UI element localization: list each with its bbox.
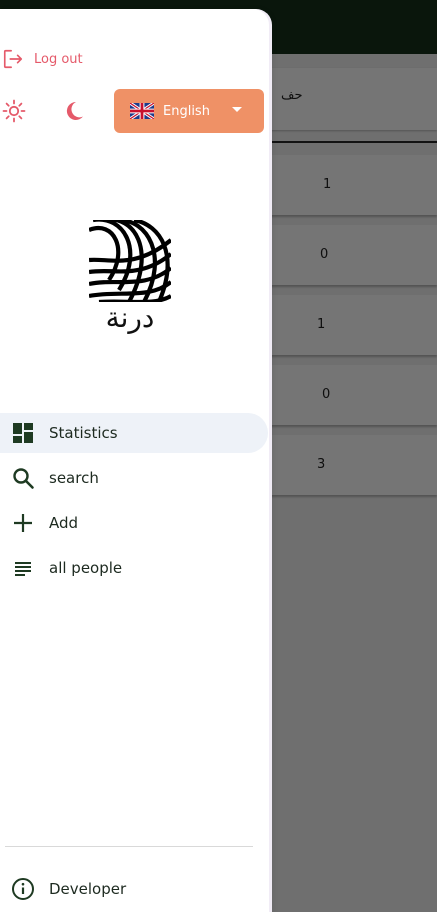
search-icon [13, 468, 34, 489]
nav-item-all-people[interactable]: all people [0, 548, 268, 588]
nav-label-developer: Developer [49, 880, 127, 898]
drawer-divider [5, 846, 253, 847]
dashboard-icon [13, 423, 33, 443]
logout-button[interactable]: Log out [2, 48, 83, 70]
logout-label: Log out [34, 51, 83, 67]
uk-flag-icon [130, 103, 154, 119]
nav-item-search[interactable]: search [0, 458, 268, 498]
plus-icon [14, 514, 32, 532]
navigation-drawer: Log out English درنة Statistics search A… [0, 9, 269, 912]
chevron-down-icon [232, 107, 242, 112]
sun-icon[interactable] [2, 99, 26, 123]
logo-text: درنة [105, 301, 155, 334]
nav-label-search: search [49, 469, 99, 487]
logout-icon [3, 49, 23, 69]
language-label: English [163, 103, 210, 119]
nav-label-all-people: all people [49, 559, 123, 577]
language-dropdown[interactable]: English [114, 89, 264, 133]
logo [89, 220, 171, 302]
nav-label-add: Add [49, 514, 79, 532]
nav-item-developer[interactable]: Developer [0, 869, 268, 909]
nav-label-statistics: Statistics [49, 424, 118, 442]
nav-item-statistics[interactable]: Statistics [0, 413, 268, 453]
list-icon [15, 562, 31, 576]
moon-icon[interactable] [62, 99, 86, 123]
nav-item-add[interactable]: Add [0, 503, 268, 543]
info-icon [12, 878, 34, 900]
